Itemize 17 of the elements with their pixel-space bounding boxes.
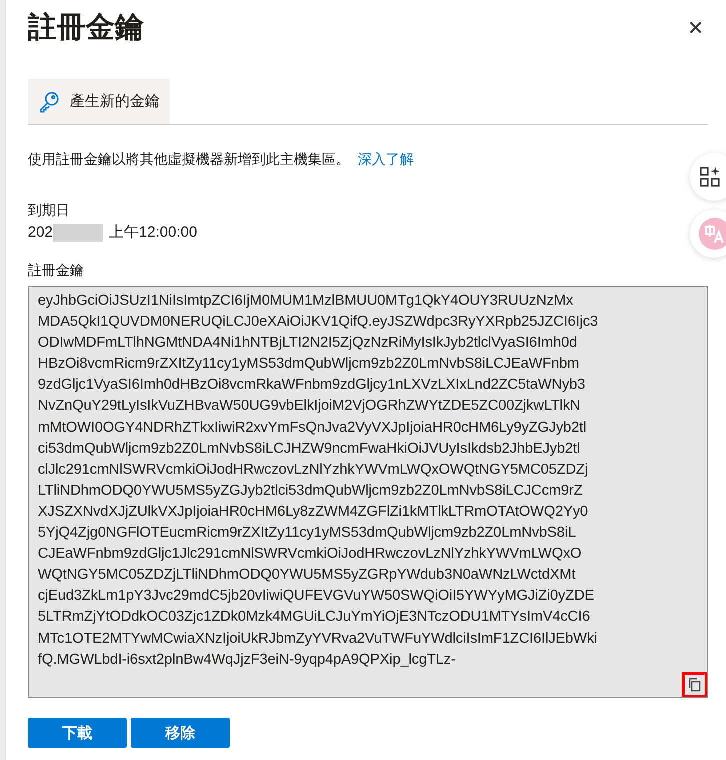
apps-sparkle-icon — [699, 166, 721, 188]
action-button[interactable]: 下載 — [28, 718, 127, 748]
learn-more-link[interactable]: 深入了解 — [358, 151, 414, 167]
action-button[interactable]: 移除 — [131, 718, 230, 748]
expiry-date-start: 202 — [28, 224, 54, 241]
registration-key-field[interactable]: eyJhbGciOiJSUzI1NiIsImtpZCI6IjM0MUM1MzlBMUU0MTg1QkY4OUY3RUUzNzMx MDA5QkI1QUVDM0NERUQiLCJ0eXAiOiJKV1QifQ.eyJSZWdpc3RyYXRpb25JZCI6Ijc3 ODIwMDFmLTlhNGMtNDA4Ni1hNTBjLTI2N2I5ZjQzNzRiMyIsIkJyb2tlclVyaSI6Imh0d HBzOi8vcmRicm9rZXItZy11cy1yMS53dmQubWljcm9zb2Z0LmNvbS8iLCJEaWFnbm 9zdGljc1VyaSI6Imh0dHBzOi8vcmRkaWFnbm9zdGljcy1nLXVzLXIxLnd2ZC5taWNyb3 NvZnQuY29tLyIsIkVuZHBvaW50UG9vbElkIjoiM2VjOGRhZWYtZDE5ZC00ZjkwLTlkN mMtOWI0OGY4NDRhZTkxIiwiR2xvYmFsQnJva2VyVXJpIjoiaHR0cHM6Ly9yZGJyb2tl ci53dmQubWljcm9zb2Z0LmNvbS8iLCJHZW9ncmFwaHkiOiJVUyIsIkdsb2JhbEJyb2tl clJlc291cmNlSWRVcmkiOiJodHRwczovLzNlYzhkYWVmLWQxOWQtNGY5MC05ZDZj LTliNDhmODQ0YWU5MS5yZGJyb2tlci53dmQubWljcm9zb2Z0LmNvbS8iLCJCcm9rZ XJSZXNvdXJjZUlkVXJpIjoiaHR0cHM6Ly8zZWM4ZGFlZi1kMTlkLTRmOTAtOWQ2Yy0 5YjQ4Zjg0NGFlOTEucmRicm9rZXItZy11cy1yMS53dmQubWljcm9zb2Z0LmNvbS8iL CJEaWFnbm9zdGljc1Jlc291cmNlSWRVcmkiOiJodHRwczovLzNlYzhkYWVmLWQxO WQtNGY5MC05ZDZjLTliNDhmODQ0YWU5MS5yZGRpYWdub3N0aWNzLWctdXMt cjEud3ZkLm1pY3Jvc29mdC5jb20vIiwiQUFEVGVuYW50SWQiOiI5YWYyMGJiZi0yZDE 5LTRmZjYtODdkOC03Zjc1ZDk0Mzk4MGUiLCJuYmYiOjE3NTczODU1MTYsImV4cCI6 MTc1OTE2MTYwMCwiaXNzIjoiUkRJbmZyYVRva2VuTWFuYWdlciIsImF1ZCI6IlJEbWki fQ.MGWLbdI-i6sxt2plnBw4WqJjzF3eiN-9yqp4pA9QPXip_lcgTLz- — [28, 286, 708, 698]
generate-key-button[interactable]: 產生新的金鑰 — [28, 79, 170, 124]
registration-key-label: 註冊金鑰 — [28, 262, 85, 280]
copy-button[interactable] — [682, 672, 707, 697]
translate-icon — [699, 218, 726, 250]
panel-title: 註冊金鑰 — [28, 10, 144, 46]
apps-button[interactable] — [690, 153, 726, 201]
close-button[interactable]: ✕ — [684, 16, 708, 40]
expiry-label: 到期日 — [28, 202, 71, 220]
copy-icon — [688, 678, 702, 692]
key-icon — [38, 90, 60, 112]
expiry-time: 上午12:00:00 — [109, 223, 198, 242]
